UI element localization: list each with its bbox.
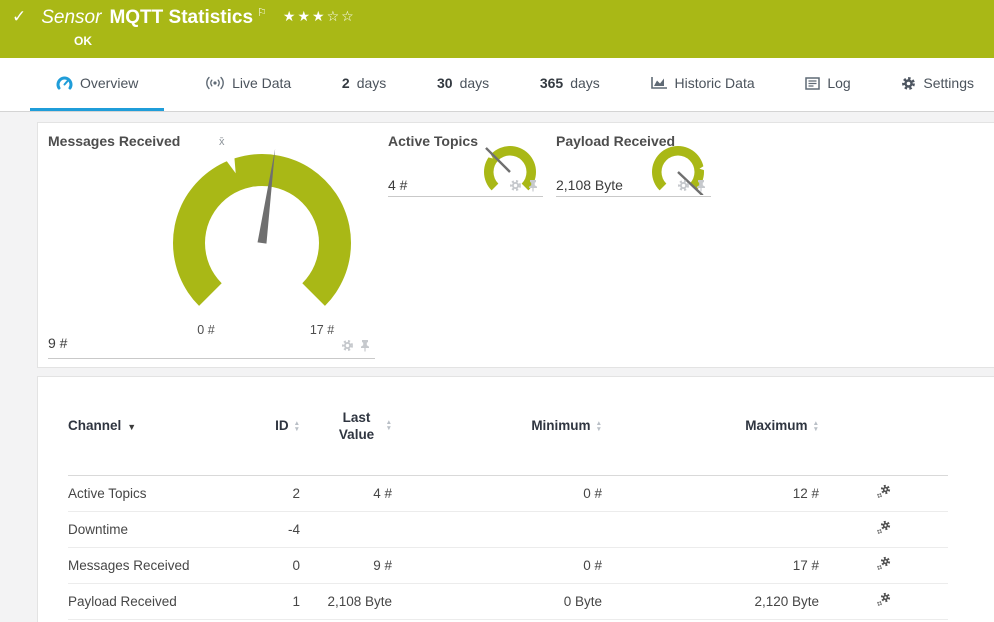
- status-badge: OK: [74, 34, 92, 48]
- gear-icon: [902, 76, 916, 90]
- gauge-active-topics[interactable]: Active Topics 4 #: [388, 133, 543, 197]
- tab-bar: Overview Live Data 2 days 30 days 365 da…: [0, 58, 994, 112]
- table-row: Messages Received 0 9 # 0 # 17 #: [68, 547, 948, 584]
- channel-maximum-cell: 12 #: [602, 475, 819, 512]
- column-header-channel[interactable]: Channel ▼: [68, 377, 230, 476]
- tab-live-data[interactable]: Live Data: [195, 58, 301, 111]
- channel-name-cell[interactable]: Downtime: [68, 511, 230, 548]
- sort-desc-icon: ▼: [127, 421, 137, 432]
- sort-icon: ▲ ▼: [293, 419, 300, 433]
- table-row: Active Topics 2 4 # 0 # 12 #: [68, 475, 948, 512]
- page-title: MQTT Statistics: [109, 7, 254, 28]
- channel-settings-gears-icon[interactable]: [875, 555, 892, 572]
- stars-filled[interactable]: ★★★: [283, 8, 327, 24]
- tab-historic-data-label: Historic Data: [674, 75, 755, 91]
- tab-log-label: Log: [827, 75, 851, 91]
- column-header-minimum-label: Minimum: [531, 418, 591, 434]
- tab-2-days-label: days: [356, 75, 387, 91]
- tab-2-days-number: 2: [341, 75, 350, 91]
- gauge-icon: [56, 76, 73, 89]
- channel-id-cell: -4: [230, 511, 300, 548]
- channel-last-value-cell: 9 #: [300, 547, 392, 584]
- column-header-id[interactable]: ID ▲ ▼: [230, 377, 300, 476]
- tab-log[interactable]: Log: [795, 58, 860, 111]
- channel-last-value-cell: 2,108 Byte: [300, 583, 392, 620]
- channel-settings-gears-icon[interactable]: [875, 591, 892, 608]
- priority-stars[interactable]: ★★★☆☆: [283, 8, 356, 25]
- tab-30-days-label: days: [459, 75, 490, 91]
- channel-last-value-cell: [300, 511, 392, 548]
- channel-table-panel: Channel ▼ ID ▲ ▼ Last Value ▲ ▼ Minimum ▲ ▼ Max…: [37, 376, 994, 622]
- sensor-type-label: Sensor: [41, 7, 102, 28]
- tab-30-days-number: 30: [437, 75, 453, 91]
- channel-settings-gears-icon[interactable]: [875, 519, 892, 536]
- sort-icon: ▲ ▼: [812, 419, 819, 433]
- tab-365-days-label: days: [570, 75, 600, 91]
- channel-id-cell: 0: [230, 547, 300, 584]
- table-row: Payload Received 1 2,108 Byte 0 Byte 2,1…: [68, 583, 948, 620]
- channel-maximum-cell: 2,120 Byte: [602, 583, 819, 620]
- pin-icon[interactable]: [695, 179, 707, 192]
- sort-icon: ▲ ▼: [385, 418, 392, 432]
- channel-maximum-cell: 17 #: [602, 547, 819, 584]
- tab-2-days[interactable]: 2 days: [332, 58, 396, 111]
- channel-minimum-cell: 0 Byte: [392, 583, 602, 620]
- channel-maximum-cell: [602, 511, 819, 548]
- status-ok-check-icon: ✓: [12, 7, 27, 26]
- tab-settings[interactable]: Settings: [891, 58, 984, 111]
- column-header-id-label: ID: [275, 418, 289, 434]
- channel-name-cell[interactable]: Active Topics: [68, 475, 230, 512]
- channel-gear-icon[interactable]: [509, 179, 522, 192]
- gauge-max-label: 17 #: [309, 323, 335, 337]
- gauge-min-label: 0 #: [197, 323, 215, 337]
- sensor-header: ✓ Sensor MQTT Statistics ⚐ ★★★☆☆ OK: [0, 0, 994, 58]
- channel-gear-icon[interactable]: [677, 179, 690, 192]
- tab-30-days[interactable]: 30 days: [427, 58, 499, 111]
- column-header-minimum[interactable]: Minimum ▲ ▼: [392, 377, 602, 476]
- channel-minimum-cell: [392, 511, 602, 548]
- gauge-value: 4 #: [388, 177, 408, 193]
- column-header-last-value-label: Last Value: [338, 409, 375, 442]
- pin-icon[interactable]: [359, 339, 371, 352]
- broadcast-icon: [206, 76, 224, 90]
- channel-id-cell: 2: [230, 475, 300, 512]
- tab-historic-data[interactable]: Historic Data: [641, 58, 765, 111]
- tab-365-days-number: 365: [539, 75, 564, 91]
- channel-name-cell[interactable]: Payload Received: [68, 583, 230, 620]
- column-header-maximum[interactable]: Maximum ▲ ▼: [602, 377, 819, 476]
- tab-settings-label: Settings: [923, 75, 974, 91]
- channel-gear-icon[interactable]: [341, 339, 354, 352]
- tab-365-days[interactable]: 365 days: [530, 58, 610, 111]
- gauge-payload-received[interactable]: Payload Received 2,108 Byte: [556, 133, 711, 197]
- channel-table: Channel ▼ ID ▲ ▼ Last Value ▲ ▼ Minimum ▲ ▼ Max…: [68, 377, 948, 620]
- column-header-last-value[interactable]: Last Value ▲ ▼: [300, 377, 392, 476]
- channel-minimum-cell: 0 #: [392, 547, 602, 584]
- channel-name-cell[interactable]: Messages Received: [68, 547, 230, 584]
- channel-settings-gears-icon[interactable]: [875, 483, 892, 500]
- channel-last-value-cell: 4 #: [300, 475, 392, 512]
- tab-overview[interactable]: Overview: [30, 58, 165, 111]
- column-header-maximum-label: Maximum: [745, 418, 808, 434]
- gauge-messages-received[interactable]: Messages Received x̄ 0 # 17 # 9 #: [48, 133, 375, 359]
- channel-table-body: Active Topics 2 4 # 0 # 12 # Downtime -4: [68, 475, 948, 620]
- table-row: Downtime -4: [68, 511, 948, 548]
- channel-minimum-cell: 0 #: [392, 475, 602, 512]
- column-header-actions: [819, 377, 948, 476]
- stars-empty[interactable]: ☆☆: [327, 8, 356, 24]
- messages-received-gauge-chart: [173, 148, 351, 306]
- content-area: Messages Received x̄ 0 # 17 # 9 # Active…: [0, 112, 994, 622]
- area-chart-icon: [650, 77, 667, 89]
- flag-icon[interactable]: ⚐: [257, 6, 267, 19]
- tab-overview-label: Overview: [80, 75, 139, 91]
- sort-icon: ▲ ▼: [595, 419, 602, 433]
- tab-live-data-label: Live Data: [232, 75, 292, 91]
- pin-icon[interactable]: [527, 179, 539, 192]
- gauges-panel: Messages Received x̄ 0 # 17 # 9 # Active…: [37, 122, 994, 368]
- channel-id-cell: 1: [230, 583, 300, 620]
- gauge-value: 9 #: [48, 335, 68, 351]
- gauge-value: 2,108 Byte: [556, 177, 623, 193]
- log-icon: [805, 76, 821, 90]
- column-header-channel-label: Channel: [68, 418, 122, 434]
